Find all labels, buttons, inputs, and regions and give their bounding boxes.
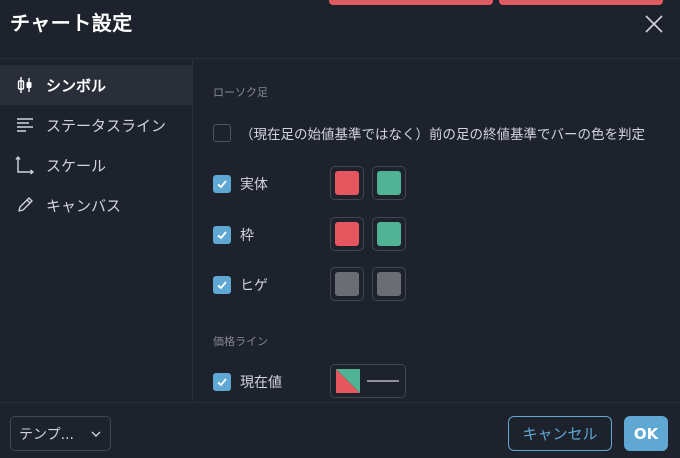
sidebar-item-status-line-label: ステータスライン (46, 116, 167, 135)
top-strip-right (499, 0, 663, 5)
last-value-checkbox[interactable] (213, 373, 231, 391)
body-up-color-button[interactable] (330, 166, 364, 200)
close-icon (645, 15, 663, 33)
last-value-style-button[interactable] (330, 364, 406, 398)
body-row: 実体 (213, 174, 268, 194)
body-down-color-swatch (377, 171, 401, 195)
template-dropdown[interactable]: テンプ... (10, 416, 111, 451)
check-icon (217, 378, 227, 387)
template-label: テンプ... (19, 426, 74, 443)
sidebar-item-canvas[interactable]: キャンバス (0, 185, 192, 225)
wick-checkbox[interactable] (213, 276, 231, 294)
sidebar-divider (192, 58, 193, 402)
body-label: 実体 (240, 177, 268, 193)
wick-down-color-swatch (377, 272, 401, 296)
candlestick-icon (14, 74, 36, 96)
wick-row: ヒゲ (213, 275, 268, 295)
candles-section-title: ローソク足 (213, 86, 268, 99)
line-style-icon (367, 380, 399, 382)
border-down-color-swatch (377, 222, 401, 246)
wick-up-color-button[interactable] (330, 267, 364, 301)
sidebar-item-status-line[interactable]: ステータスライン (0, 105, 192, 145)
border-checkbox[interactable] (213, 226, 231, 244)
wick-down-color-button[interactable] (372, 267, 406, 301)
sidebar-item-symbol-label: シンボル (46, 76, 107, 95)
close-button[interactable] (640, 10, 668, 38)
scale-axes-icon (14, 154, 36, 176)
dialog-title: チャート設定 (10, 11, 133, 35)
sidebar-item-scales[interactable]: スケール (0, 145, 192, 185)
header-divider (0, 58, 680, 59)
check-icon (217, 281, 227, 290)
split-color-swatch (336, 369, 360, 393)
top-strip-left (329, 0, 493, 5)
sidebar-item-scales-label: スケール (46, 156, 107, 175)
price-line-section-title: 価格ライン (213, 335, 268, 348)
check-icon (217, 231, 227, 240)
pencil-icon (14, 194, 36, 216)
footer-divider (0, 402, 680, 403)
check-icon (217, 180, 227, 189)
sidebar-item-canvas-label: キャンバス (46, 196, 122, 215)
last-value-row: 現在値 (213, 372, 282, 392)
border-up-color-button[interactable] (330, 217, 364, 251)
border-label: 枠 (240, 228, 254, 244)
cancel-button[interactable]: キャンセル (508, 416, 612, 451)
prev-close-label: （現在足の始値基準ではなく）前の足の終値基準でバーの色を判定 (240, 127, 645, 143)
ok-button[interactable]: OK (624, 416, 668, 451)
border-down-color-button[interactable] (372, 217, 406, 251)
body-up-color-swatch (335, 171, 359, 195)
chevron-down-icon (91, 431, 101, 437)
prev-close-option-row: （現在足の始値基準ではなく）前の足の終値基準でバーの色を判定 (213, 123, 645, 143)
wick-up-color-swatch (335, 272, 359, 296)
border-row: 枠 (213, 225, 254, 245)
border-up-color-swatch (335, 222, 359, 246)
sidebar-item-symbol[interactable]: シンボル (0, 65, 192, 105)
status-line-icon (14, 114, 36, 136)
body-checkbox[interactable] (213, 175, 231, 193)
last-value-label: 現在値 (240, 375, 282, 391)
prev-close-checkbox[interactable] (213, 124, 231, 142)
wick-label: ヒゲ (240, 278, 268, 294)
body-down-color-button[interactable] (372, 166, 406, 200)
